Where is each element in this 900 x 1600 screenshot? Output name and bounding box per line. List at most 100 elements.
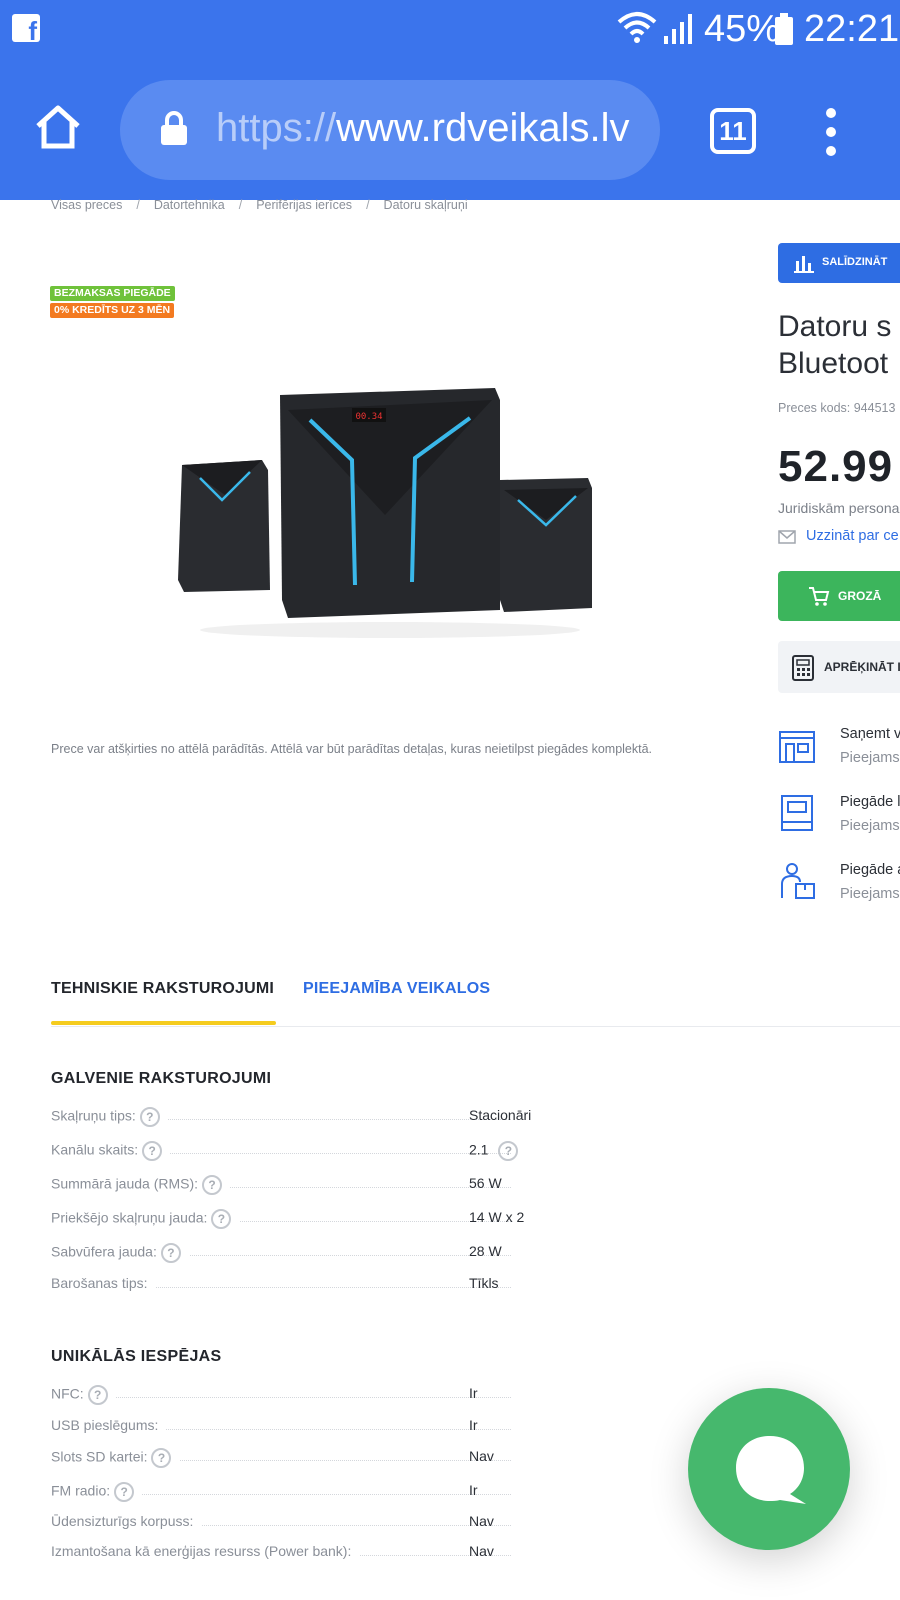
breadcrumb-item-speakers[interactable]: Datoru skaļruņi (384, 198, 468, 212)
spec-row: Skaļruņu tips:? Stacionāri (51, 1107, 611, 1129)
spec-row: Barošanas tips: Tīkls (51, 1275, 611, 1297)
help-icon[interactable]: ? (87, 1385, 108, 1405)
delivery-option-store-pickup[interactable]: Saņemt v Pieejams (778, 726, 900, 776)
lock-icon (161, 111, 187, 145)
clock: 22:21 (804, 8, 900, 50)
compare-button[interactable]: SALĪDZINĀT (778, 243, 900, 283)
spec-row: Summārā jauda (RMS):? 56 W (51, 1175, 611, 1197)
store-icon (779, 731, 815, 763)
image-disclaimer: Prece var atšķirties no attēlā parādītās… (51, 742, 653, 756)
url-scheme: https:// (216, 106, 337, 150)
price-alert-link[interactable]: Uzzināt par ce (778, 528, 899, 544)
calculate-button[interactable]: APRĒĶINĀT I (778, 641, 900, 693)
compare-label: SALĪDZINĀT (822, 256, 888, 268)
spec-value: 14 W x 2 (469, 1209, 525, 1225)
product-tabs: TEHNISKIE RAKSTUROJUMI PIEEJAMĪBA VEIKAL… (51, 976, 900, 1027)
calculator-icon (792, 655, 814, 681)
product-price: 52.99 (778, 442, 894, 491)
active-tab-indicator (51, 1021, 276, 1025)
legal-entity-note: Juridiskām persona (778, 500, 900, 516)
tab-store-availability[interactable]: PIEEJAMĪBA VEIKALOS (303, 980, 490, 998)
breadcrumb-item-computers[interactable]: Datortehnika (154, 198, 225, 212)
delivery-title: Saņemt v (840, 726, 900, 742)
credit-badge: 0% KREDĪTS UZ 3 MĒN (50, 303, 175, 318)
delivery-availability: Pieejams (840, 818, 900, 834)
cart-icon (809, 587, 830, 606)
spec-value: 28 W (469, 1243, 502, 1259)
price-alert-label: Uzzināt par ce (806, 528, 899, 544)
spec-label: Slots SD kartei:? (51, 1448, 180, 1468)
spec-label: FM radio:? (51, 1482, 143, 1502)
spec-value: Nav (469, 1513, 494, 1529)
help-icon[interactable]: ? (142, 1141, 163, 1161)
facebook-notification-icon: f (12, 14, 40, 42)
section-title-main: GALVENIE RAKSTUROJUMI (51, 1070, 272, 1087)
spec-label: Summārā jauda (RMS):? (51, 1175, 231, 1195)
spec-value: Ir (469, 1385, 478, 1401)
help-icon[interactable]: ? (498, 1141, 519, 1161)
cart-label: GROZĀ (838, 589, 882, 603)
delivery-title: Piegāde l (840, 794, 900, 810)
parcel-locker-icon (781, 795, 813, 831)
help-icon[interactable]: ? (139, 1107, 160, 1127)
signal-icon (664, 14, 692, 44)
spec-row: Slots SD kartei:? Nav (51, 1448, 611, 1470)
spec-value: Ir (469, 1482, 478, 1498)
spec-label: Sabvūfera jauda:? (51, 1243, 189, 1263)
product-title-line1: Datoru s (778, 310, 892, 343)
delivery-availability: Pieejams (840, 886, 900, 902)
breadcrumb: Visas preces / Datortehnika / Perifērijas ie… (51, 198, 468, 212)
spec-label: Barošanas tips: (51, 1275, 156, 1291)
spec-label: Izmantošana kā enerģijas resurss (Power … (51, 1543, 360, 1559)
chat-bubble-icon (736, 1436, 806, 1504)
spec-row: USB pieslēgums: Ir (51, 1417, 611, 1439)
spec-label: Ūdensizturīgs korpuss: (51, 1513, 202, 1529)
help-icon[interactable]: ? (211, 1209, 232, 1229)
product-image[interactable]: 00.34 (170, 300, 610, 700)
battery-icon (775, 13, 793, 45)
url-host: www.rdveikals.lv (336, 106, 630, 150)
chat-button[interactable] (688, 1388, 850, 1550)
spec-label: Kanālu skaits:? (51, 1141, 171, 1161)
courier-icon (781, 863, 815, 899)
spec-row: NFC:? Ir (51, 1385, 611, 1407)
breadcrumb-item-peripherals[interactable]: Perifērijas ierīces (256, 198, 352, 212)
help-icon[interactable]: ? (114, 1482, 135, 1502)
spec-value: Stacionāri (469, 1107, 532, 1123)
delivery-title: Piegāde a (840, 862, 900, 878)
delivery-option-parcel-locker[interactable]: Piegāde l Pieejams (778, 794, 900, 844)
spec-label: Skaļruņu tips:? (51, 1107, 168, 1127)
status-bar: f 45% 22:21 (0, 0, 900, 60)
url-text: https://www.rdveikals.lv (216, 106, 636, 151)
spec-label: NFC:? (51, 1385, 116, 1405)
help-icon[interactable]: ? (202, 1175, 223, 1195)
tab-switcher-button[interactable]: 11 (710, 108, 756, 154)
product-code: Preces kods: 944513 (778, 401, 896, 415)
product-title: Datoru s Bluetoot (778, 308, 891, 382)
overflow-menu-icon[interactable] (826, 108, 836, 165)
spec-row: Kanālu skaits:? 2.1? (51, 1141, 611, 1163)
spec-value: 56 W (469, 1175, 502, 1191)
address-bar[interactable]: https://www.rdveikals.lv (120, 80, 660, 180)
delivery-option-courier[interactable]: Piegāde a Pieejams (778, 862, 900, 912)
breadcrumb-item-all[interactable]: Visas preces (51, 198, 122, 212)
spec-row: Izmantošana kā enerģijas resurss (Power … (51, 1543, 611, 1565)
spec-row: Sabvūfera jauda:? 28 W (51, 1243, 611, 1265)
tab-technical-specs[interactable]: TEHNISKIE RAKSTUROJUMI (51, 980, 274, 998)
home-icon[interactable] (34, 104, 82, 150)
delivery-availability: Pieejams (840, 750, 900, 766)
help-icon[interactable]: ? (160, 1243, 181, 1263)
free-delivery-badge: BEZMAKSAS PIEGĀDE (50, 286, 175, 301)
battery-percentage: 45% (704, 8, 781, 50)
spec-label: Priekšējo skaļruņu jauda:? (51, 1209, 240, 1229)
spec-row: Ūdensizturīgs korpuss: Nav (51, 1513, 611, 1535)
spec-value: Ir (469, 1417, 478, 1433)
add-to-cart-button[interactable]: GROZĀ (778, 571, 900, 621)
bar-chart-icon (794, 256, 814, 273)
help-icon[interactable]: ? (151, 1448, 172, 1468)
browser-chrome: f 45% 22:21 https://www.rdveikals.lv 11 (0, 0, 900, 200)
section-title-unique: UNIKĀLĀS IESPĒJAS (51, 1348, 222, 1365)
product-title-line2: Bluetoot (778, 347, 889, 380)
spec-value: Nav (469, 1448, 494, 1464)
spec-label: USB pieslēgums: (51, 1417, 167, 1433)
